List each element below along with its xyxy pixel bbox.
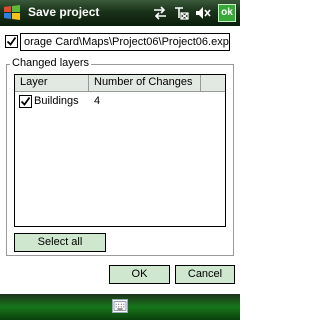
keyboard-icon[interactable] — [112, 299, 128, 313]
sync-arrows-icon[interactable] — [152, 5, 168, 21]
ok-button[interactable]: OK — [109, 265, 170, 284]
list-item[interactable]: Buildings 4 — [15, 94, 225, 110]
change-count: 4 — [94, 95, 101, 107]
bottom-bar — [0, 294, 240, 320]
checkmark-icon — [6, 36, 17, 46]
title-ok-button[interactable]: ok — [218, 4, 236, 22]
layer-name: Buildings — [34, 95, 79, 107]
file-path-field[interactable]: orage Card\Maps\Project06\Project06.exp — [20, 33, 230, 51]
volume-mute-icon[interactable] — [195, 5, 211, 21]
window-title: Save project — [28, 5, 100, 19]
select-all-button[interactable]: Select all — [14, 233, 106, 252]
title-bar: Save project ok — [0, 0, 240, 26]
save-file-checkbox[interactable] — [5, 35, 18, 48]
group-title: Changed layers — [10, 57, 92, 69]
windows-start-icon[interactable] — [2, 3, 22, 23]
column-header-changes[interactable]: Number of Changes — [89, 75, 201, 91]
checkmark-icon — [20, 96, 31, 106]
no-signal-icon[interactable] — [173, 5, 189, 21]
layers-list[interactable]: Layer Number of Changes Buildings 4 — [14, 74, 226, 227]
column-header-layer[interactable]: Layer — [15, 75, 89, 91]
list-header: Layer Number of Changes — [15, 75, 225, 92]
cancel-button[interactable]: Cancel — [175, 265, 235, 284]
layer-checkbox[interactable] — [19, 95, 32, 108]
